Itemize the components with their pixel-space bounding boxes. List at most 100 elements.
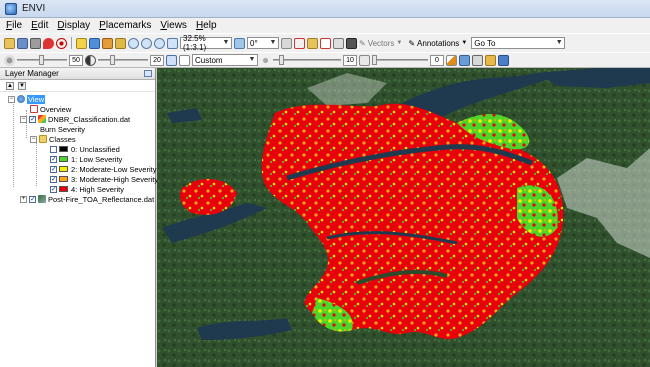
select-arrow-icon[interactable] — [76, 37, 87, 49]
histogram-icon[interactable] — [446, 54, 457, 66]
menu-file[interactable]: File — [6, 20, 22, 31]
contrast-icon — [85, 54, 96, 66]
menu-help[interactable]: Help — [196, 20, 217, 31]
tree-item-class-2[interactable]: ✓ 2: Moderate-Low Severity — [50, 164, 156, 174]
tree-item-dnbr-classification[interactable]: − ✓ DNBR_Classification.dat — [20, 114, 130, 124]
layer-checkbox[interactable]: ✓ — [29, 195, 36, 203]
tree-item-overview[interactable]: Overview — [30, 104, 71, 114]
rotation-select[interactable]: 0° ▼ — [247, 37, 279, 49]
brightness-slider[interactable] — [17, 55, 67, 65]
zoom-full-icon[interactable] — [167, 37, 178, 49]
chevron-down-icon: ▼ — [555, 39, 563, 46]
tree-item-classes[interactable]: − Classes — [30, 134, 76, 144]
placemark-icon[interactable] — [43, 37, 54, 49]
transparency-slider[interactable] — [372, 55, 428, 65]
view-blend-icon[interactable] — [472, 54, 483, 66]
measure-icon[interactable] — [307, 37, 318, 49]
open-file-icon[interactable] — [4, 37, 15, 49]
view-flicker-icon[interactable] — [485, 54, 496, 66]
collapse-icon[interactable]: − — [20, 115, 27, 123]
menu-edit[interactable]: Edit — [31, 20, 48, 31]
contrast-value[interactable]: 20 — [150, 54, 164, 66]
brightness-value[interactable]: 50 — [69, 54, 83, 66]
raster-icon — [38, 195, 46, 203]
tree-item-post-fire-toa[interactable]: + ✓ Post-Fire_TOA_Reflectance.dat — [20, 194, 154, 204]
sharpen-value[interactable]: 10 — [343, 54, 357, 66]
expand-icon[interactable]: + — [20, 195, 27, 203]
annotations-menu[interactable]: ✎ Annotations ▼ — [408, 39, 467, 48]
menu-views[interactable]: Views — [160, 20, 187, 31]
chevron-down-icon: ▼ — [222, 39, 230, 46]
slider-thumb[interactable] — [279, 55, 284, 65]
goto-select[interactable]: Go To ▼ — [471, 37, 566, 49]
annotations-icon: ✎ — [408, 38, 416, 48]
slider-thumb[interactable] — [110, 55, 115, 65]
zoom-in-icon[interactable] — [141, 37, 152, 49]
class-checkbox[interactable]: ✓ — [50, 185, 57, 193]
collapse-icon[interactable]: − — [8, 95, 15, 103]
cursor-value-icon[interactable] — [333, 37, 344, 49]
tree-item-view[interactable]: − View — [8, 94, 46, 104]
north-up-icon[interactable] — [281, 37, 292, 49]
image-display-view[interactable] — [157, 68, 650, 367]
annotations-label: Annotations — [417, 38, 460, 48]
zoom-icon[interactable] — [128, 37, 139, 49]
sharpen-icon — [260, 54, 271, 66]
linear-stretch-icon[interactable] — [166, 54, 177, 66]
chevron-down-icon: ▼ — [461, 40, 468, 46]
chip-icon[interactable] — [346, 37, 357, 49]
tree-label: 3: Moderate-High Severity — [71, 174, 159, 184]
fly-icon[interactable] — [102, 37, 113, 49]
contrast-slider[interactable] — [98, 55, 148, 65]
tree-item-class-1[interactable]: ✓ 1: Low Severity — [50, 154, 122, 164]
tree-item-burn-severity[interactable]: Burn Severity — [40, 124, 85, 134]
pan-icon[interactable] — [89, 37, 100, 49]
slider-thumb[interactable] — [39, 55, 44, 65]
chevron-down-icon: ▼ — [269, 39, 277, 46]
tree-label: 4: High Severity — [71, 184, 124, 194]
expand-down-icon[interactable]: ▼ — [18, 81, 26, 90]
class-checkbox[interactable]: ✓ — [50, 155, 57, 163]
zoom-out-icon[interactable] — [154, 37, 165, 49]
tree-label: 1: Low Severity — [71, 154, 123, 164]
brightness-icon — [4, 54, 15, 66]
stretch-histogram-icon[interactable] — [179, 54, 190, 66]
vectors-menu[interactable]: ✎ Vectors ▼ — [359, 39, 402, 48]
collapse-up-icon[interactable]: ▲ — [6, 81, 14, 90]
tree-label: Post-Fire_TOA_Reflectance.dat — [48, 194, 155, 204]
tree-label: View — [27, 94, 46, 104]
print-icon[interactable] — [30, 37, 41, 49]
zoom-percent-select[interactable]: 32.5% (1:3.1) ▼ — [180, 34, 232, 52]
slider-track — [372, 59, 428, 61]
rotation-value: 0° — [250, 38, 258, 48]
rotate-icon[interactable] — [115, 37, 126, 49]
collapse-icon[interactable]: − — [30, 135, 37, 143]
tree-item-class-0[interactable]: 0: Unclassified — [50, 144, 120, 154]
tree-label: Classes — [49, 134, 76, 144]
menu-display[interactable]: Display — [57, 20, 90, 31]
stretch-type-select[interactable]: Custom ▼ — [192, 54, 258, 66]
portal-icon[interactable] — [459, 54, 470, 66]
tree-label: DNBR_Classification.dat — [48, 114, 131, 124]
spectral-profile-icon[interactable] — [320, 37, 331, 49]
crosshairs-icon[interactable] — [294, 37, 305, 49]
class-checkbox[interactable]: ✓ — [50, 165, 57, 173]
overview-icon — [30, 105, 38, 113]
data-manager-icon[interactable] — [17, 37, 28, 49]
raster-icon — [38, 115, 46, 123]
view-swipe-icon[interactable] — [498, 54, 509, 66]
slider-thumb[interactable] — [372, 55, 377, 65]
class-checkbox[interactable] — [50, 145, 57, 153]
pin-icon[interactable] — [144, 70, 152, 77]
sharpen-slider[interactable] — [273, 55, 341, 65]
tree-item-class-3[interactable]: ✓ 3: Moderate-High Severity — [50, 174, 158, 184]
class-checkbox[interactable]: ✓ — [50, 175, 57, 183]
layer-checkbox[interactable]: ✓ — [29, 115, 36, 123]
rotate-view-icon[interactable] — [234, 37, 245, 49]
transparency-value[interactable]: 0 — [430, 54, 444, 66]
menu-placemarks[interactable]: Placemarks — [99, 20, 151, 31]
crosshair-icon[interactable] — [56, 37, 67, 49]
class-color-swatch — [59, 146, 68, 152]
main-toolbar: 32.5% (1:3.1) ▼ 0° ▼ ✎ Vectors ▼ ✎ Annot… — [0, 33, 650, 52]
tree-item-class-4[interactable]: ✓ 4: High Severity — [50, 184, 124, 194]
